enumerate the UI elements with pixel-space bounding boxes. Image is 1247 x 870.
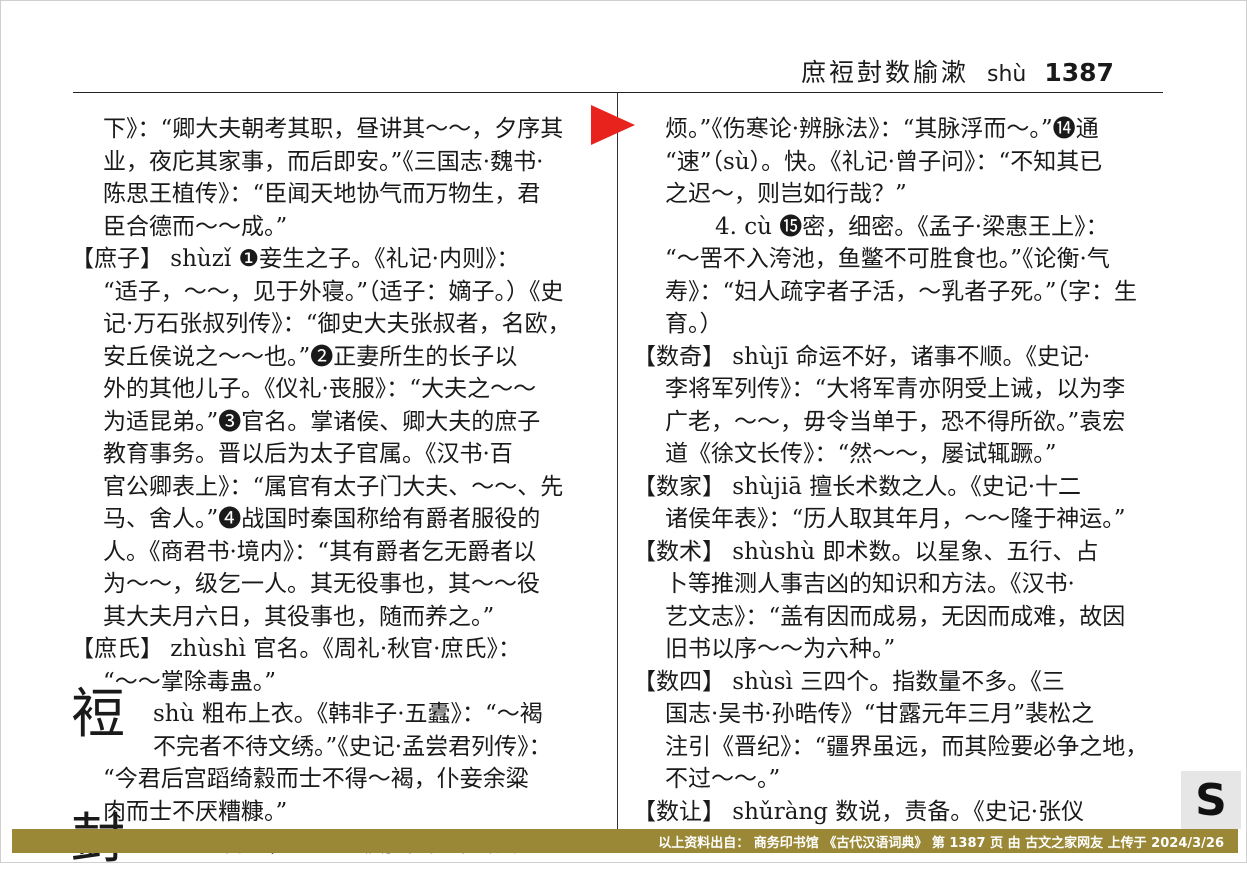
running-header: 庶裋尌数牏漱 shù 1387 <box>801 53 1114 93</box>
headword-character: 裋 <box>71 682 125 745</box>
entry-line: 【数让】 shǔràng 数说，责备。《史记·张仪 <box>633 798 1085 825</box>
text-line: 广老，～～，毋令当单于，恐不得所欲。”袁宏 <box>665 408 1126 435</box>
text-line: 卜等推测人事吉凶的知识和方法。《汉书· <box>665 571 1075 597</box>
column-divider <box>617 93 618 833</box>
entry-line: 【数四】 shùsì 三四个。指数量不多。《三 <box>633 668 1065 695</box>
text-line: “～罟不入洿池，鱼鳖不可胜食也。”《论衡·气 <box>665 246 1110 272</box>
entry-line: 【庶子】 shùzǐ ❶妾生之子。《礼记·内则》： <box>71 246 520 272</box>
source-footer: 以上资料出自： 商务印书馆 《古代汉语词典》 第 1387 页 由 古文之家网友… <box>12 829 1238 853</box>
text-line: “今君后宫蹈绮縠而士不得～褐，仆妾余粱 <box>103 766 529 792</box>
text-line: 不过～～。” <box>665 766 781 792</box>
text-line: 寿》：“妇人疏字者子活，～乳者子死。”（字：生 <box>665 278 1138 305</box>
text-line: 国志·吴书·孙晧传》“甘露元年三月”裴松之 <box>665 701 1095 727</box>
text-line: 官公卿表上》：“属官有太子门大夫、～～、先 <box>103 473 564 500</box>
red-arrow-icon <box>591 105 635 145</box>
text-line: 艺文志》：“盖有因而成易，无因而成难，故因 <box>665 603 1126 630</box>
letter-thumb-tab: S <box>1181 771 1241 829</box>
right-column: 烦。”《伤寒论·辨脉法》：“其脉浮而～。”⓮通 “速”（sù）。快。《礼记·曾子… <box>633 113 1163 828</box>
text-line: 为～～，级乞一人。其无役事也，其～～役 <box>103 571 540 597</box>
header-pinyin: shù <box>987 62 1027 87</box>
header-rule <box>73 92 1163 93</box>
entry-line: 【数术】 shùshù 即术数。以星象、五行、占 <box>633 538 1099 565</box>
text-line: 道《徐文长传》：“然～～，屡试辄蹶。” <box>665 441 1057 467</box>
text-line: 4. cù ⓯密，细密。《孟子·梁惠王上》： <box>715 213 1109 240</box>
text-line: “速”（sù）。快。《礼记·曾子问》：“不知其已 <box>665 148 1103 175</box>
text-line: 下》：“卿大夫朝考其职，昼讲其～～，夕序其 <box>103 116 564 142</box>
text-line: 诸侯年表》：“历人取其年月，～～隆于神运。” <box>665 506 1126 532</box>
entry-line: 【数家】 shùjiā 擅长术数之人。《史记·十二 <box>633 473 1082 500</box>
header-words: 庶裋尌数牏漱 <box>801 58 970 87</box>
text-line: 育。） <box>665 311 723 337</box>
text-line: 为适昆弟。”❸官名。掌诸侯、卿大夫的庶子 <box>103 408 541 435</box>
entry-line: 【数奇】 shùjī 命运不好，诸事不顺。《史记· <box>633 343 1091 370</box>
page-number: 1387 <box>1044 58 1114 87</box>
text-line: 注引《晋纪》：“疆界虽远，而其险要必争之地， <box>665 733 1149 760</box>
text-line: 教育事务。晋以后为太子官属。《汉书·百 <box>103 441 513 467</box>
text-line: 业，夜庀其家事，而后即安。”《三国志·魏书· <box>103 148 544 175</box>
text-line: shù 粗布上衣。《韩非子·五蠹》：“～褐 <box>153 701 543 727</box>
text-line: “～～掌除毒蛊。” <box>103 668 277 695</box>
text-line: 肉而士不厌糟糠。” <box>103 798 288 825</box>
text-line: “适子，～～，见于外寝。”（适子：嫡子。）《史 <box>103 278 564 305</box>
text-line: 旧书以序～～为六种。” <box>665 636 896 662</box>
text-line: 陈思王植传》：“臣闻天地协气而万物生，君 <box>103 181 541 207</box>
text-line: 外的其他儿子。《仪礼·丧服》：“大夫之～～ <box>103 376 537 402</box>
text-line: 李将军列传》：“大将军青亦阴受上诫，以为李 <box>665 376 1126 402</box>
text-line: 其大夫月六日，其役事也，随而养之。” <box>103 603 495 630</box>
dictionary-page: 庶裋尌数牏漱 shù 1387 下》：“卿大夫朝考其职，昼讲其～～，夕序其 业，… <box>0 0 1247 869</box>
text-line: 记·万石张叔列传》：“御史大夫张叔者，名欧， <box>103 311 571 337</box>
text-line: 安丘侯说之～～也。”❷正妻所生的长子以 <box>103 343 518 370</box>
text-line: 臣合德而～～成。” <box>103 213 288 240</box>
text-line: 马、舍人。”❹战国时秦国称给有爵者服役的 <box>103 506 541 532</box>
text-line: 人。《商君书·境内》：“其有爵者乞无爵者以 <box>103 538 537 565</box>
text-line: 不完者不待文绣。”《史记·孟尝君列传》： <box>153 733 552 760</box>
entry-line: 【庶氏】 zhùshì 官名。《周礼·秋官·庶氏》： <box>71 636 521 662</box>
text-line: 烦。”《伤寒论·辨脉法》：“其脉浮而～。”⓮通 <box>665 116 1099 142</box>
left-column: 下》：“卿大夫朝考其职，昼讲其～～，夕序其 业，夜庀其家事，而后即安。”《三国志… <box>71 113 601 861</box>
text-line: 之迟～，则岂如行哉？” <box>665 181 907 207</box>
